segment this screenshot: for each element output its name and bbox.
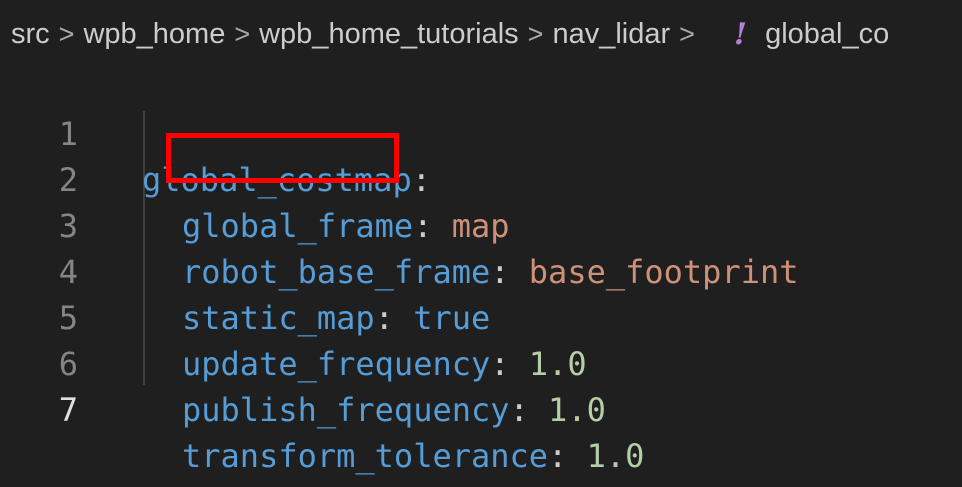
annotation-highlight-box: [166, 133, 399, 183]
code-line[interactable]: 5 update_frequency: 1.0: [0, 249, 962, 383]
chevron-right-icon: >: [234, 18, 251, 49]
yaml-key: publish_frequency: [182, 391, 510, 429]
yaml-file-icon: !: [733, 16, 748, 52]
breadcrumb: src > wpb_home > wpb_home_tutorials > na…: [0, 0, 962, 68]
yaml-value: 1.0: [548, 391, 606, 429]
code-content: publish_frequency: 1.0: [182, 387, 606, 433]
yaml-key: transform_tolerance: [182, 437, 549, 475]
code-line[interactable]: 1 global_costmap:: [0, 65, 962, 199]
chevron-right-icon: >: [527, 18, 544, 49]
code-line[interactable]: 2 global_frame: map: [0, 111, 962, 245]
yaml-colon: :: [548, 437, 568, 475]
code-content: transform_tolerance: 1.0: [182, 433, 644, 479]
chevron-right-icon: >: [58, 18, 75, 49]
yaml-colon: :: [509, 391, 529, 429]
code-line[interactable]: 3 robot_base_frame: base_footprint: [0, 157, 962, 291]
breadcrumb-item-src[interactable]: src: [11, 18, 50, 51]
breadcrumb-item-wpb-home[interactable]: wpb_home: [83, 18, 225, 51]
code-editor[interactable]: 1 global_costmap: 2 global_frame: map 3 …: [0, 65, 962, 487]
breadcrumb-item-nav-lidar[interactable]: nav_lidar: [552, 18, 670, 51]
code-line-active[interactable]: 7 transform_tolerance: 1.0: [0, 341, 962, 475]
code-line[interactable]: 6 publish_frequency: 1.0: [0, 295, 962, 429]
yaml-value: 1.0: [586, 437, 645, 475]
breadcrumb-item-wpb-home-tutorials[interactable]: wpb_home_tutorials: [259, 18, 519, 51]
chevron-right-icon: >: [679, 18, 695, 49]
line-number: 7: [58, 391, 78, 429]
code-line[interactable]: 4 static_map: true: [0, 203, 962, 337]
breadcrumb-item-file[interactable]: global_co: [765, 18, 889, 51]
